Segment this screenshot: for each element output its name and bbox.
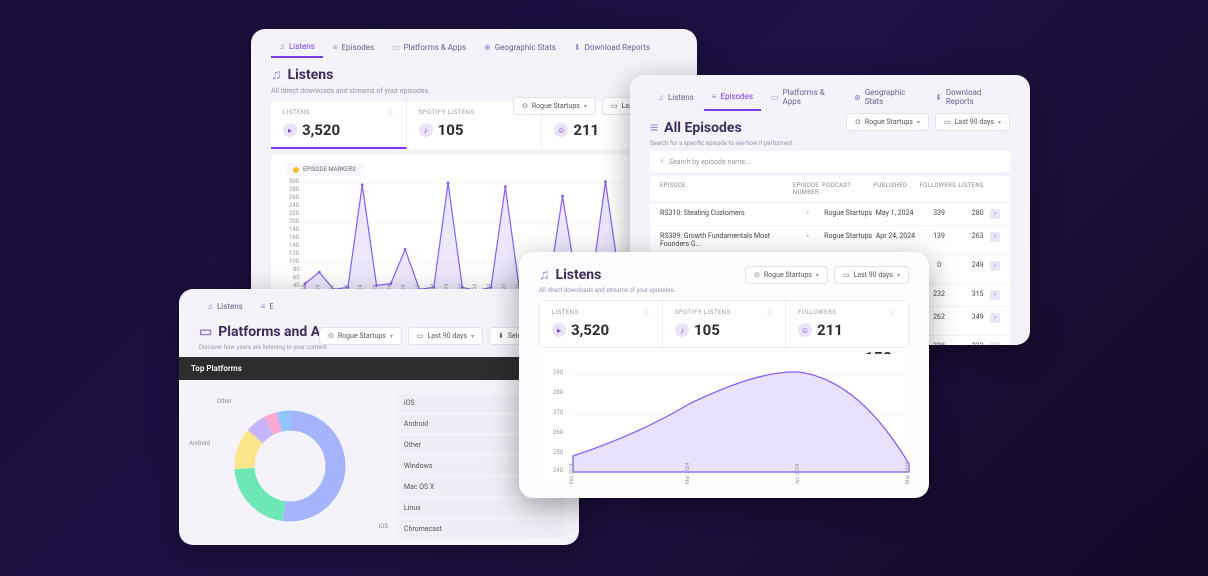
page-title: ≡All Episodes xyxy=(650,119,742,136)
svg-text:260: 260 xyxy=(553,429,564,436)
svg-text:300: 300 xyxy=(289,178,300,185)
svg-text:260: 260 xyxy=(289,194,300,201)
headphones-icon: ♫ xyxy=(279,42,285,51)
svg-text:270: 270 xyxy=(553,409,564,416)
row-action-icon[interactable]: › xyxy=(990,342,1000,345)
show-select[interactable]: ⊙Rogue Startups▾ xyxy=(513,97,596,115)
table-row[interactable]: RS309: Growth Fundamentals Most Founders… xyxy=(650,226,1010,255)
svg-text:280: 280 xyxy=(289,186,300,193)
svg-text:160: 160 xyxy=(289,234,300,241)
range-select[interactable]: ▭Last 90 days▾ xyxy=(408,327,483,345)
page-title: ♫Listens xyxy=(271,66,333,83)
tab-platforms[interactable]: ▭Platforms & Apps xyxy=(384,37,474,58)
platform-item[interactable]: Linux xyxy=(396,499,565,517)
podcast-icon: ⊙ xyxy=(522,102,528,110)
svg-text:200: 200 xyxy=(289,218,300,225)
globe-icon: ⊕ xyxy=(484,43,491,52)
user-icon: ☺ xyxy=(554,123,568,137)
tab-listens[interactable]: ♫Listens xyxy=(199,297,251,316)
svg-text:280: 280 xyxy=(553,389,564,396)
svg-text:250: 250 xyxy=(553,449,564,456)
tab-listens[interactable]: ♫Listens xyxy=(650,83,702,111)
svg-text:140: 140 xyxy=(289,242,300,249)
tab-geo[interactable]: ⊕Geographic Stats xyxy=(476,37,564,58)
platforms-donut-chart xyxy=(230,406,350,526)
info-icon: ⓘ xyxy=(387,109,394,118)
svg-text:120: 120 xyxy=(289,250,300,257)
table-row[interactable]: RS310: Stealing Customers-Rogue Startups… xyxy=(650,203,1010,226)
row-action-icon[interactable]: › xyxy=(990,313,1000,323)
row-action-icon[interactable]: › xyxy=(990,232,1000,242)
svg-text:220: 220 xyxy=(289,210,300,217)
list-icon: ≡ xyxy=(333,43,338,52)
row-action-icon[interactable]: › xyxy=(990,261,1000,271)
download-icon: ⬇ xyxy=(574,43,581,52)
search-icon: ⌕ xyxy=(660,157,664,166)
page-title: ♫Listens xyxy=(539,266,601,283)
play-icon: ▸ xyxy=(283,123,297,137)
show-select[interactable]: ⊙Rogue Startups▾ xyxy=(846,113,929,131)
svg-text:290: 290 xyxy=(553,369,564,376)
svg-text:60: 60 xyxy=(293,274,300,281)
tab-episodes[interactable]: ≡Episodes xyxy=(325,37,382,58)
show-select[interactable]: ⊙Rogue Startups▾ xyxy=(319,327,402,345)
range-select[interactable]: ▭Last 90 days▾ xyxy=(834,266,909,284)
svg-text:100: 100 xyxy=(289,258,300,265)
stat-followers[interactable]: FOLLOWERSⓘ☺211 xyxy=(786,301,908,347)
spotify-icon: ♪ xyxy=(419,123,433,137)
svg-text:240: 240 xyxy=(289,202,300,209)
range-select[interactable]: ▭Last 90 days▾ xyxy=(935,113,1010,131)
svg-text:Mar 2024: Mar 2024 xyxy=(685,463,691,484)
svg-text:180: 180 xyxy=(289,226,300,233)
episode-markers-toggle[interactable]: EPISODE MARKERS xyxy=(285,163,364,176)
stat-listens[interactable]: LISTENSⓘ ▸3,520 xyxy=(271,101,407,149)
svg-text:40: 40 xyxy=(293,282,300,289)
tab-listens[interactable]: ♫Listens xyxy=(271,37,323,58)
tab-download[interactable]: ⬇Download Reports xyxy=(566,37,658,58)
headphones-icon: ♫ xyxy=(271,66,282,83)
device-icon: ▭ xyxy=(392,43,400,52)
tab-platforms[interactable]: ▭Platforms & Apps xyxy=(763,83,844,111)
tab-episodes[interactable]: ≡Episodes xyxy=(704,83,761,111)
svg-text:80: 80 xyxy=(293,266,300,273)
stat-listens[interactable]: LISTENSⓘ▸3,520 xyxy=(540,301,663,347)
svg-text:May 2024: May 2024 xyxy=(905,462,911,484)
tab-download[interactable]: ⬇Download Reports xyxy=(927,83,1010,111)
row-action-icon[interactable]: › xyxy=(990,290,1000,300)
tab-episodes[interactable]: ≡E xyxy=(253,297,273,316)
stat-spotify[interactable]: SPOTIFY LISTENSⓘ♪105 xyxy=(663,301,786,347)
tab-geo[interactable]: ⊕Geographic Stats xyxy=(846,83,925,111)
svg-text:Apr 2024: Apr 2024 xyxy=(795,464,801,484)
followers-area-chart: 290 280 270 260 250 240 Feb 2024 Mar 2024 Apr… xyxy=(549,364,923,486)
calendar-icon: ▭ xyxy=(611,102,618,110)
table-header: EPISODEEPISODE NUMBERPODCASTPUBLISHEDFOL… xyxy=(650,176,1010,203)
platform-item[interactable]: Chromecast xyxy=(396,520,565,538)
svg-text:Feb 2024: Feb 2024 xyxy=(569,463,575,484)
show-select[interactable]: ⊙Rogue Startups▾ xyxy=(745,266,828,284)
row-action-icon[interactable]: › xyxy=(990,209,1000,219)
svg-text:240: 240 xyxy=(553,467,564,474)
episode-search-input[interactable]: ⌕Search by episode name... xyxy=(650,151,1010,172)
